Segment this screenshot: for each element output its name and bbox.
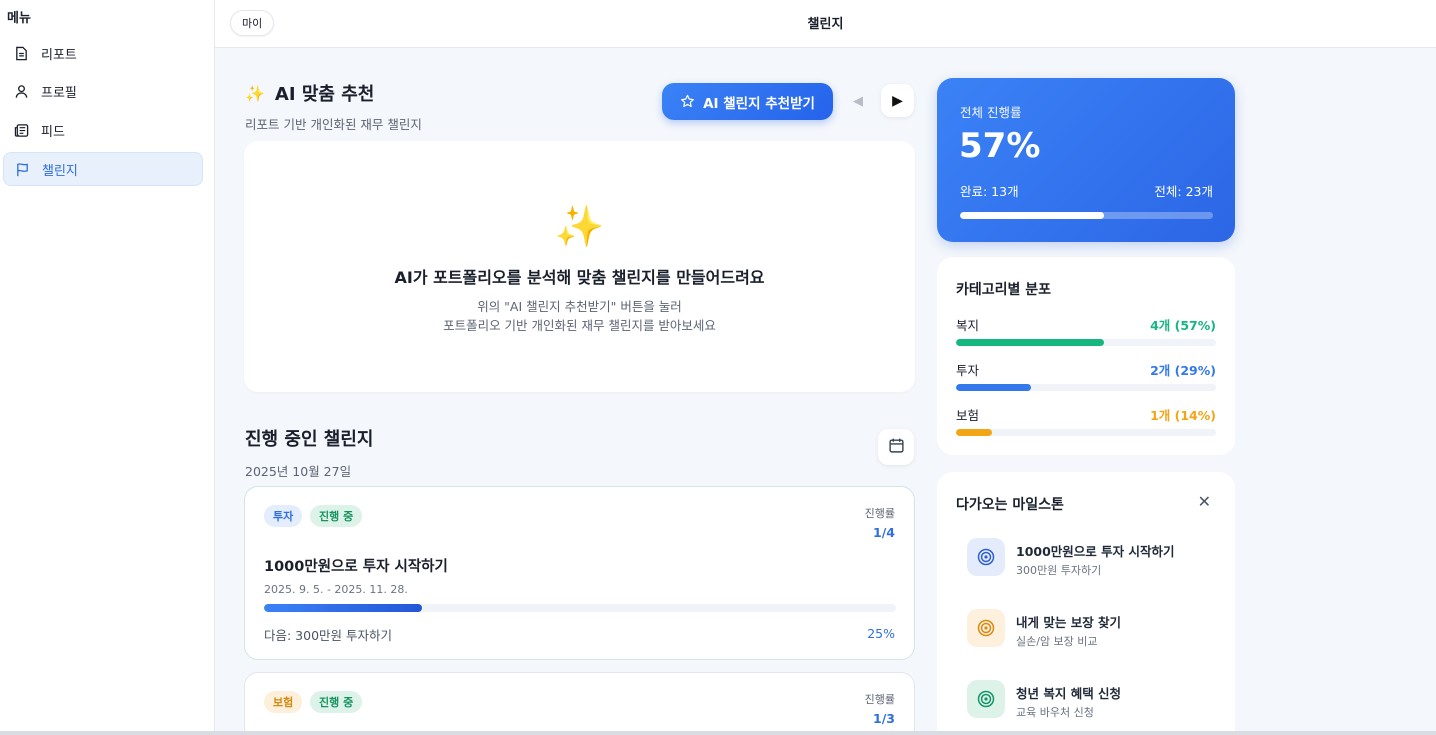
- chevron-right-icon: ▶: [892, 92, 903, 109]
- ai-recommend-header: ✨ AI 맞춤 추천 리포트 기반 개인화된 재무 챌린지: [245, 80, 422, 133]
- sparkles-icon: ✨: [554, 204, 605, 250]
- my-button[interactable]: 마이: [230, 10, 275, 36]
- overall-progress-bar: [960, 212, 1213, 219]
- category-bar-fill: [956, 429, 993, 436]
- category-bar: [956, 429, 1216, 436]
- chevron-left-icon: ◀: [853, 93, 863, 109]
- sidebar-item-label: 리포트: [41, 47, 77, 63]
- challenge-name: 1000만원으로 투자 시작하기: [264, 559, 448, 575]
- document-icon: [13, 45, 29, 61]
- challenge-progress-fill: [264, 604, 422, 612]
- calendar-icon: [888, 437, 905, 458]
- sidebar-item-label: 챌린지: [42, 163, 78, 179]
- category-bar: [956, 384, 1216, 391]
- overall-progress-fill: [960, 212, 1105, 219]
- milestones-card: 다가오는 마일스톤 ✕ 1000만원으로 투자 시작하기 300만원 투자하기 …: [937, 472, 1235, 735]
- status-badge: 진행 중: [310, 691, 363, 713]
- ai-empty-line1: 위의 "AI 챌린지 추천받기" 버튼을 눌러: [477, 299, 682, 314]
- prev-button[interactable]: ◀: [842, 85, 874, 117]
- ai-recommend-button[interactable]: AI 챌린지 추천받기: [662, 83, 833, 120]
- milestones-title: 다가오는 마일스톤: [956, 497, 1064, 513]
- user-icon: [13, 83, 29, 99]
- ai-empty-card: ✨ AI가 포트폴리오를 분석해 맞춤 챌린지를 만들어드려요 위의 "AI 챌…: [244, 141, 915, 392]
- top-bar: 챌린지 마이: [215, 0, 1436, 48]
- challenge-card[interactable]: 투자 진행 중 진행률 1/4 1000만원으로 투자 시작하기 2025. 9…: [244, 486, 915, 660]
- category-count: 1개 (14%): [1150, 408, 1216, 423]
- sidebar-item-profile[interactable]: 프로필: [3, 74, 203, 108]
- category-distribution-card: 카테고리별 분포 복지 4개 (57%) 투자 2개 (29%) 보험 1개 (…: [937, 257, 1235, 455]
- star-icon: [680, 94, 695, 109]
- window-bottom-edge: [0, 731, 1436, 735]
- category-title: 카테고리별 분포: [956, 282, 1052, 298]
- milestone-sub: 교육 바우처 신청: [1016, 706, 1094, 719]
- close-icon[interactable]: ✕: [1198, 492, 1211, 511]
- page-title: 챌린지: [807, 17, 844, 32]
- overall-done: 완료: 13개: [960, 184, 1019, 199]
- flag-icon: [14, 161, 30, 177]
- milestone-sub: 300만원 투자하기: [1016, 564, 1102, 577]
- in-progress-title: 진행 중인 챌린지: [245, 429, 374, 450]
- category-name: 투자: [956, 363, 980, 378]
- category-bar-fill: [956, 384, 1032, 391]
- status-badge: 진행 중: [310, 505, 363, 527]
- ai-empty-line2: 포트폴리오 기반 개인화된 재무 챌린지를 받아보세요: [443, 318, 716, 333]
- ai-recommend-button-label: AI 챌린지 추천받기: [703, 95, 815, 112]
- sidebar: 메뉴 리포트 프로필 피드 챌린지: [0, 0, 215, 735]
- ai-empty-title: AI가 포트폴리오를 분석해 맞춤 챌린지를 만들어드려요: [394, 268, 765, 287]
- in-progress-date: 2025년 10월 27일: [245, 464, 352, 479]
- ai-section-title: AI 맞춤 추천: [274, 84, 375, 105]
- rate-label: 진행률: [864, 693, 895, 706]
- sparkles-icon: ✨: [245, 83, 265, 103]
- category-bar: [956, 339, 1216, 346]
- sidebar-item-report[interactable]: 리포트: [3, 36, 203, 70]
- milestone-item[interactable]: 내게 맞는 보장 찾기 실손/암 보장 비교: [967, 609, 1217, 649]
- overall-value: 57%: [959, 126, 1041, 166]
- newspaper-icon: [13, 122, 29, 138]
- challenge-period: 2025. 9. 5. - 2025. 11. 28.: [264, 583, 408, 596]
- sidebar-title: 메뉴: [7, 11, 31, 26]
- sidebar-item-feed[interactable]: 피드: [3, 113, 203, 147]
- category-name: 복지: [956, 318, 980, 333]
- category-tag: 투자: [264, 505, 303, 527]
- next-button[interactable]: ▶: [881, 84, 914, 117]
- milestone-name: 청년 복지 혜택 신청: [1016, 686, 1122, 701]
- milestone-sub: 실손/암 보장 비교: [1016, 635, 1098, 648]
- category-count: 4개 (57%): [1150, 318, 1216, 333]
- challenge-percent: 25%: [867, 626, 895, 641]
- category-name: 보험: [956, 408, 980, 423]
- challenge-card[interactable]: 보험 진행 중 진행률 1/3: [244, 672, 915, 735]
- overall-total: 전체: 23개: [1154, 184, 1213, 199]
- milestone-item[interactable]: 1000만원으로 투자 시작하기 300만원 투자하기: [967, 538, 1217, 578]
- rate-value: 1/4: [873, 525, 895, 540]
- challenge-progress-bar: [264, 604, 896, 612]
- milestone-name: 1000만원으로 투자 시작하기: [1016, 544, 1175, 559]
- category-tag: 보험: [264, 691, 303, 713]
- rate-label: 진행률: [864, 507, 895, 520]
- category-count: 2개 (29%): [1150, 363, 1216, 378]
- ai-section-subtitle: 리포트 기반 개인화된 재무 챌린지: [245, 117, 422, 132]
- in-progress-header: 진행 중인 챌린지 2025년 10월 27일: [245, 425, 373, 480]
- target-icon: [967, 609, 1005, 647]
- calendar-button[interactable]: [878, 429, 914, 465]
- milestone-name: 내게 맞는 보장 찾기: [1016, 615, 1122, 630]
- milestone-item[interactable]: 청년 복지 혜택 신청 교육 바우처 신청: [967, 680, 1217, 720]
- category-bar-fill: [956, 339, 1105, 346]
- overall-progress-card: 전체 진행률 57% 완료: 13개 전체: 23개: [937, 78, 1235, 242]
- target-icon: [967, 680, 1005, 718]
- rate-value: 1/3: [873, 711, 895, 726]
- challenge-next-step: 다음: 300만원 투자하기: [264, 628, 393, 643]
- sidebar-item-label: 피드: [41, 124, 65, 140]
- overall-label: 전체 진행률: [960, 105, 1022, 120]
- target-icon: [967, 538, 1005, 576]
- sidebar-item-label: 프로필: [41, 85, 77, 101]
- sidebar-item-challenge[interactable]: 챌린지: [3, 152, 203, 186]
